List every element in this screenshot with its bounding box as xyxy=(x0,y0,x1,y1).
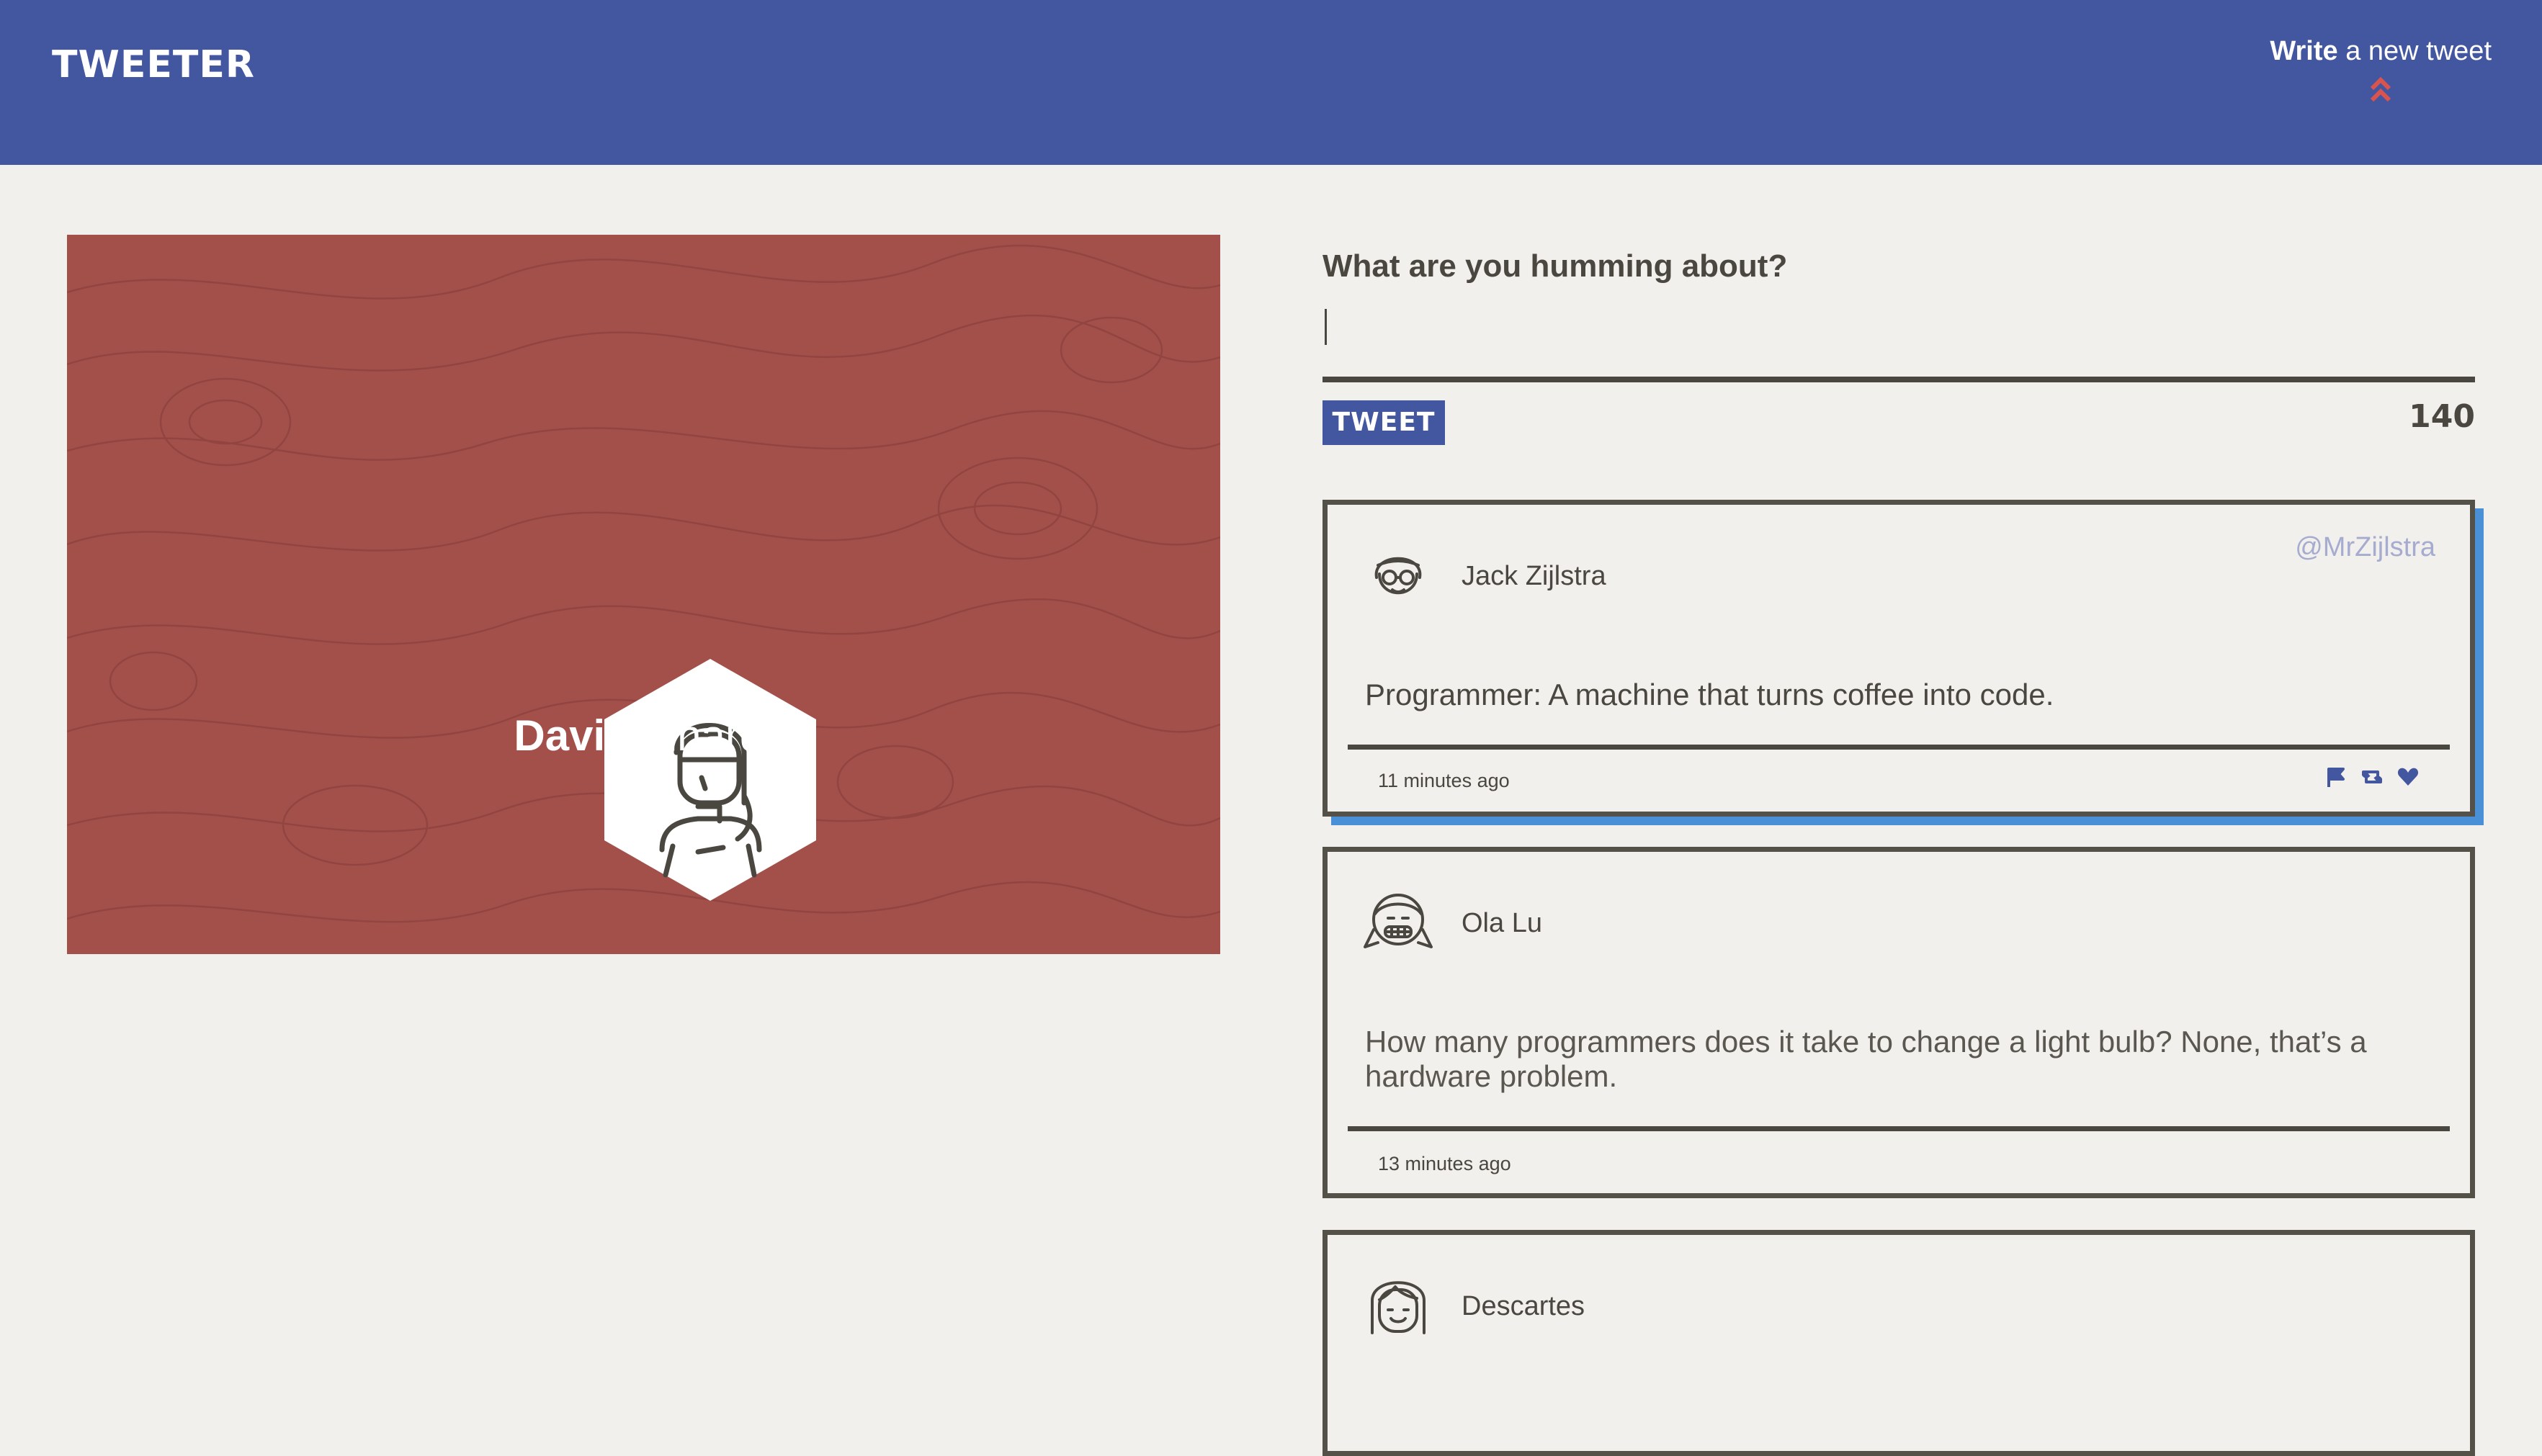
write-new-tweet-toggle[interactable]: Write a new tweet xyxy=(2270,36,2492,104)
profile-first-name: David xyxy=(514,711,632,760)
tweet-timestamp: 11 minutes ago xyxy=(1378,770,1510,791)
girl-pigtails-avatar-icon xyxy=(1364,894,1433,948)
character-counter: 140 xyxy=(2409,398,2475,435)
text-caret xyxy=(1325,309,1327,345)
smiling-person-avatar-icon xyxy=(1371,1281,1426,1334)
tweet-actions xyxy=(2324,765,2420,788)
tweet-card[interactable]: Ola Lu How many programmers does it take… xyxy=(1323,847,2475,1198)
tweet-author-handle[interactable]: @MrZijlstra xyxy=(2295,532,2435,563)
profile-card: David Linardi xyxy=(67,235,1220,954)
compose-toggle-text: a new tweet xyxy=(2337,36,2492,66)
profile-name: David Linardi xyxy=(67,711,1220,760)
tweet-card[interactable]: Jack Zijlstra @MrZijlstra Programmer: A … xyxy=(1323,500,2475,817)
tweet-footer-divider xyxy=(1348,1126,2450,1131)
top-nav: TWEETER Write a new tweet xyxy=(0,0,2542,165)
tweet-author-name[interactable]: Descartes xyxy=(1462,1291,1585,1322)
profile-avatar xyxy=(604,659,816,901)
heart-icon[interactable] xyxy=(2396,765,2420,788)
tweet-button[interactable]: TWEET xyxy=(1323,400,1445,445)
tweet-text: Programmer: A machine that turns coffee … xyxy=(1365,678,2054,711)
tweet-footer-divider xyxy=(1348,745,2450,750)
tweet-card[interactable]: Descartes xyxy=(1323,1230,2475,1456)
tweet-composer: What are you humming about? TWEET 140 xyxy=(1323,248,2475,445)
tweet-author-name[interactable]: Jack Zijlstra xyxy=(1462,561,1606,592)
tweet-text-input[interactable] xyxy=(1323,306,2475,378)
compose-toggle-bold: Write xyxy=(2270,36,2338,66)
composer-divider xyxy=(1323,377,2475,382)
flag-icon[interactable] xyxy=(2324,765,2348,788)
tweet-timestamp: 13 minutes ago xyxy=(1378,1153,1511,1174)
composer-prompt: What are you humming about? xyxy=(1323,248,1788,284)
glasses-man-avatar-icon xyxy=(1374,557,1422,595)
double-chevron-up-icon xyxy=(2371,76,2391,102)
tweet-author-name[interactable]: Ola Lu xyxy=(1462,908,1542,939)
retweet-icon[interactable] xyxy=(2360,765,2384,788)
tweet-text: How many programmers does it take to cha… xyxy=(1365,1025,2367,1093)
profile-last-name: Linardi xyxy=(631,711,774,760)
app-logo[interactable]: TWEETER xyxy=(52,43,255,86)
